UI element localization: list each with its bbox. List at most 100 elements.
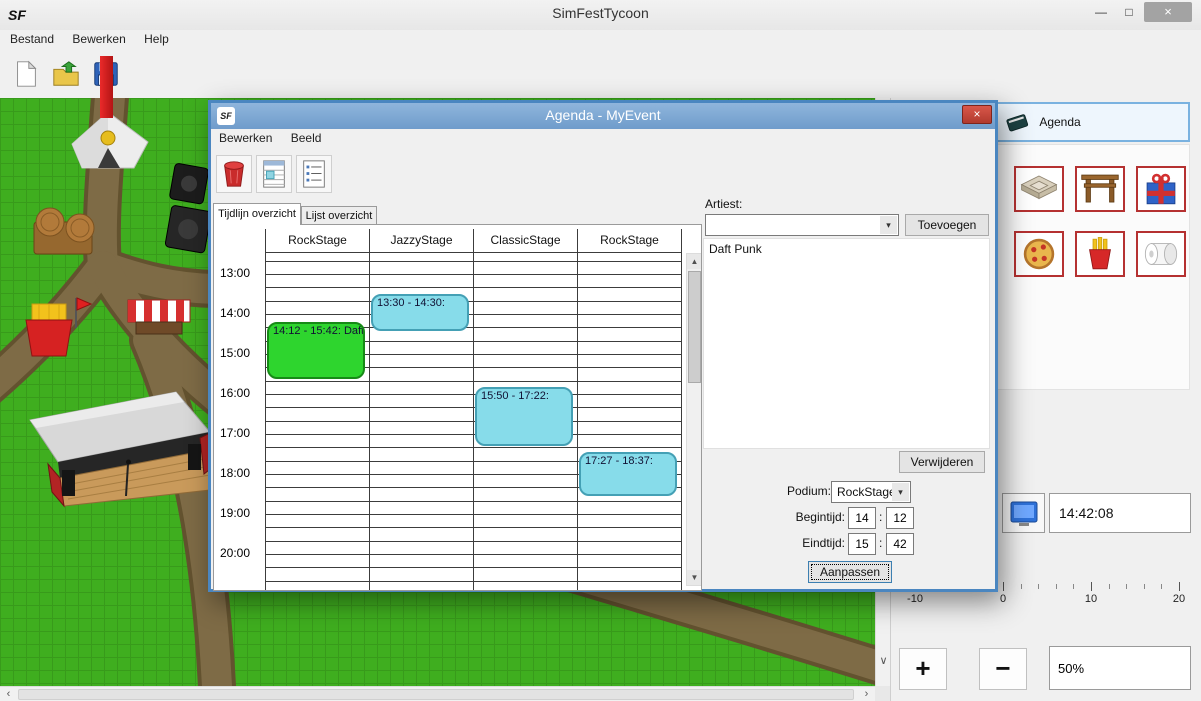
shop-item-floor[interactable]: [1014, 166, 1064, 212]
time-colon: :: [879, 536, 882, 550]
column-header: ClassicStage: [473, 229, 577, 253]
schedule-grid-line: [473, 253, 474, 590]
dialog-menu-beeld[interactable]: Beeld: [291, 129, 329, 145]
end-hour-input[interactable]: [848, 533, 876, 555]
barrel-stand-object[interactable]: [24, 200, 100, 266]
slider-tick-label: -10: [898, 593, 932, 605]
fries-stand-object[interactable]: [12, 294, 92, 372]
window-titlebar: SF SimFestTycoon — □ ×: [0, 0, 1201, 30]
scrollbar-corner: [875, 686, 890, 701]
dialog-menu-bewerken[interactable]: Bewerken: [219, 129, 279, 145]
column-header: RockStage: [265, 229, 369, 253]
gift-icon: [1139, 169, 1183, 209]
scroll-left-button[interactable]: ‹: [0, 687, 17, 701]
chevron-down-icon[interactable]: ▾: [892, 483, 909, 501]
remove-artist-button[interactable]: Verwijderen: [899, 451, 985, 473]
delete-event-button[interactable]: [216, 155, 252, 193]
schedule-grid-line: [681, 253, 682, 590]
artist-combobox[interactable]: ▾: [705, 214, 899, 236]
horizontal-scroll-thumb[interactable]: [18, 689, 854, 700]
schedule-body[interactable]: 13:0014:0015:0016:0017:0018:0019:0020:00…: [216, 253, 686, 590]
start-minute-input[interactable]: [886, 507, 914, 529]
menu-help[interactable]: Help: [144, 30, 176, 46]
schedule-event[interactable]: 15:50 - 17:22:: [475, 387, 573, 445]
list-view-button[interactable]: [296, 155, 332, 193]
dialog-titlebar: SF Agenda - MyEvent ×: [211, 103, 995, 129]
agenda-dialog: SF Agenda - MyEvent × Bewerken Beeld: [208, 100, 998, 592]
game-clock: 14:42:08: [1049, 493, 1191, 533]
slider-minor-tick: [1161, 584, 1162, 589]
zoom-value-input[interactable]: [1049, 646, 1191, 690]
schedule-scrollbar[interactable]: ▲ ▼: [686, 253, 702, 586]
schedule-event[interactable]: 14:12 - 15:42: Daft P: [267, 322, 365, 379]
slider-minor-tick: [1073, 584, 1074, 589]
schedule-scroll-down[interactable]: ▼: [687, 570, 702, 585]
shop-item-stand[interactable]: [1075, 166, 1125, 212]
main-stage-object[interactable]: [24, 386, 214, 512]
dialog-title: Agenda - MyEvent: [211, 107, 995, 123]
open-file-button[interactable]: [48, 55, 84, 93]
schedule-grid-line: [265, 253, 266, 590]
timeline-view-icon: [259, 158, 289, 190]
red-flag-banner: [100, 56, 113, 118]
schedule-scroll-thumb[interactable]: [688, 271, 701, 383]
menu-bewerken[interactable]: Bewerken: [72, 30, 132, 46]
shop-item-gift[interactable]: [1136, 166, 1186, 212]
new-file-button[interactable]: [8, 55, 44, 93]
slider-major-tick: [1003, 582, 1004, 591]
menu-bestand[interactable]: Bestand: [10, 30, 61, 46]
hour-label: 15:00: [220, 346, 262, 360]
hour-label: 19:00: [220, 506, 262, 520]
schedule-event[interactable]: 13:30 - 14:30:: [371, 294, 469, 331]
hour-label: 13:00: [220, 266, 262, 280]
start-time-label: Begintijd:: [751, 510, 845, 524]
zoom-out-button[interactable]: −: [979, 648, 1027, 690]
map-horizontal-scrollbar[interactable]: ‹ ›: [0, 686, 875, 701]
shop-item-fries[interactable]: [1075, 231, 1125, 277]
shop-item-pizza[interactable]: [1014, 231, 1064, 277]
scroll-right-button[interactable]: ›: [858, 687, 875, 701]
artist-list-item[interactable]: Daft Punk: [704, 239, 989, 259]
monitor-button[interactable]: [1002, 493, 1045, 533]
scroll-down-button[interactable]: ∨: [876, 654, 891, 670]
dialog-menubar: Bewerken Beeld: [211, 129, 995, 149]
toilet-paper-icon: [1139, 234, 1183, 274]
schedule-grid-line: [577, 253, 578, 590]
hour-label: 17:00: [220, 426, 262, 440]
schedule-scroll-up[interactable]: ▲: [687, 254, 702, 269]
window-title: SimFestTycoon: [0, 5, 1201, 21]
slider-tick-label: 10: [1074, 593, 1108, 605]
hour-label: 14:00: [220, 306, 262, 320]
dialog-close-button[interactable]: ×: [962, 105, 992, 124]
open-folder-icon: [51, 59, 81, 89]
chevron-down-icon[interactable]: ▾: [880, 216, 897, 234]
close-button[interactable]: ×: [1144, 2, 1192, 22]
podium-select[interactable]: RockStage ▾: [831, 481, 911, 503]
apply-button[interactable]: Aanpassen: [808, 561, 892, 583]
pizza-icon: [1017, 234, 1061, 274]
slider-major-tick: [1179, 582, 1180, 591]
tab-tijdlijn-overzicht[interactable]: Tijdlijn overzicht: [213, 203, 301, 225]
slider-tick-label: 20: [1162, 593, 1196, 605]
column-header: JazzyStage: [369, 229, 473, 253]
floor-tiles-icon: [1017, 169, 1061, 209]
shop-item-toilet-paper[interactable]: [1136, 231, 1186, 277]
minimize-button[interactable]: —: [1088, 2, 1114, 22]
tab-lijst-overzicht[interactable]: Lijst overzicht: [301, 206, 377, 225]
end-minute-input[interactable]: [886, 533, 914, 555]
striped-stand-object[interactable]: [124, 294, 194, 340]
timeline-view-button[interactable]: [256, 155, 292, 193]
wooden-stand-icon: [1078, 169, 1122, 209]
trash-icon: [219, 158, 249, 190]
timeline-tab-panel: RockStage JazzyStage ClassicStage RockSt…: [213, 224, 702, 591]
add-artist-button[interactable]: Toevoegen: [905, 214, 989, 236]
zoom-in-button[interactable]: +: [899, 648, 947, 690]
hour-label: 20:00: [220, 546, 262, 560]
time-colon: :: [879, 510, 882, 524]
artist-list[interactable]: Daft Punk: [703, 238, 990, 449]
application-window: SF SimFestTycoon — □ × Bestand Bewerken …: [0, 0, 1201, 701]
schedule-event[interactable]: 17:27 - 18:37:: [579, 452, 677, 496]
maximize-button[interactable]: □: [1116, 2, 1142, 22]
start-hour-input[interactable]: [848, 507, 876, 529]
artist-label: Artiest:: [705, 197, 742, 211]
